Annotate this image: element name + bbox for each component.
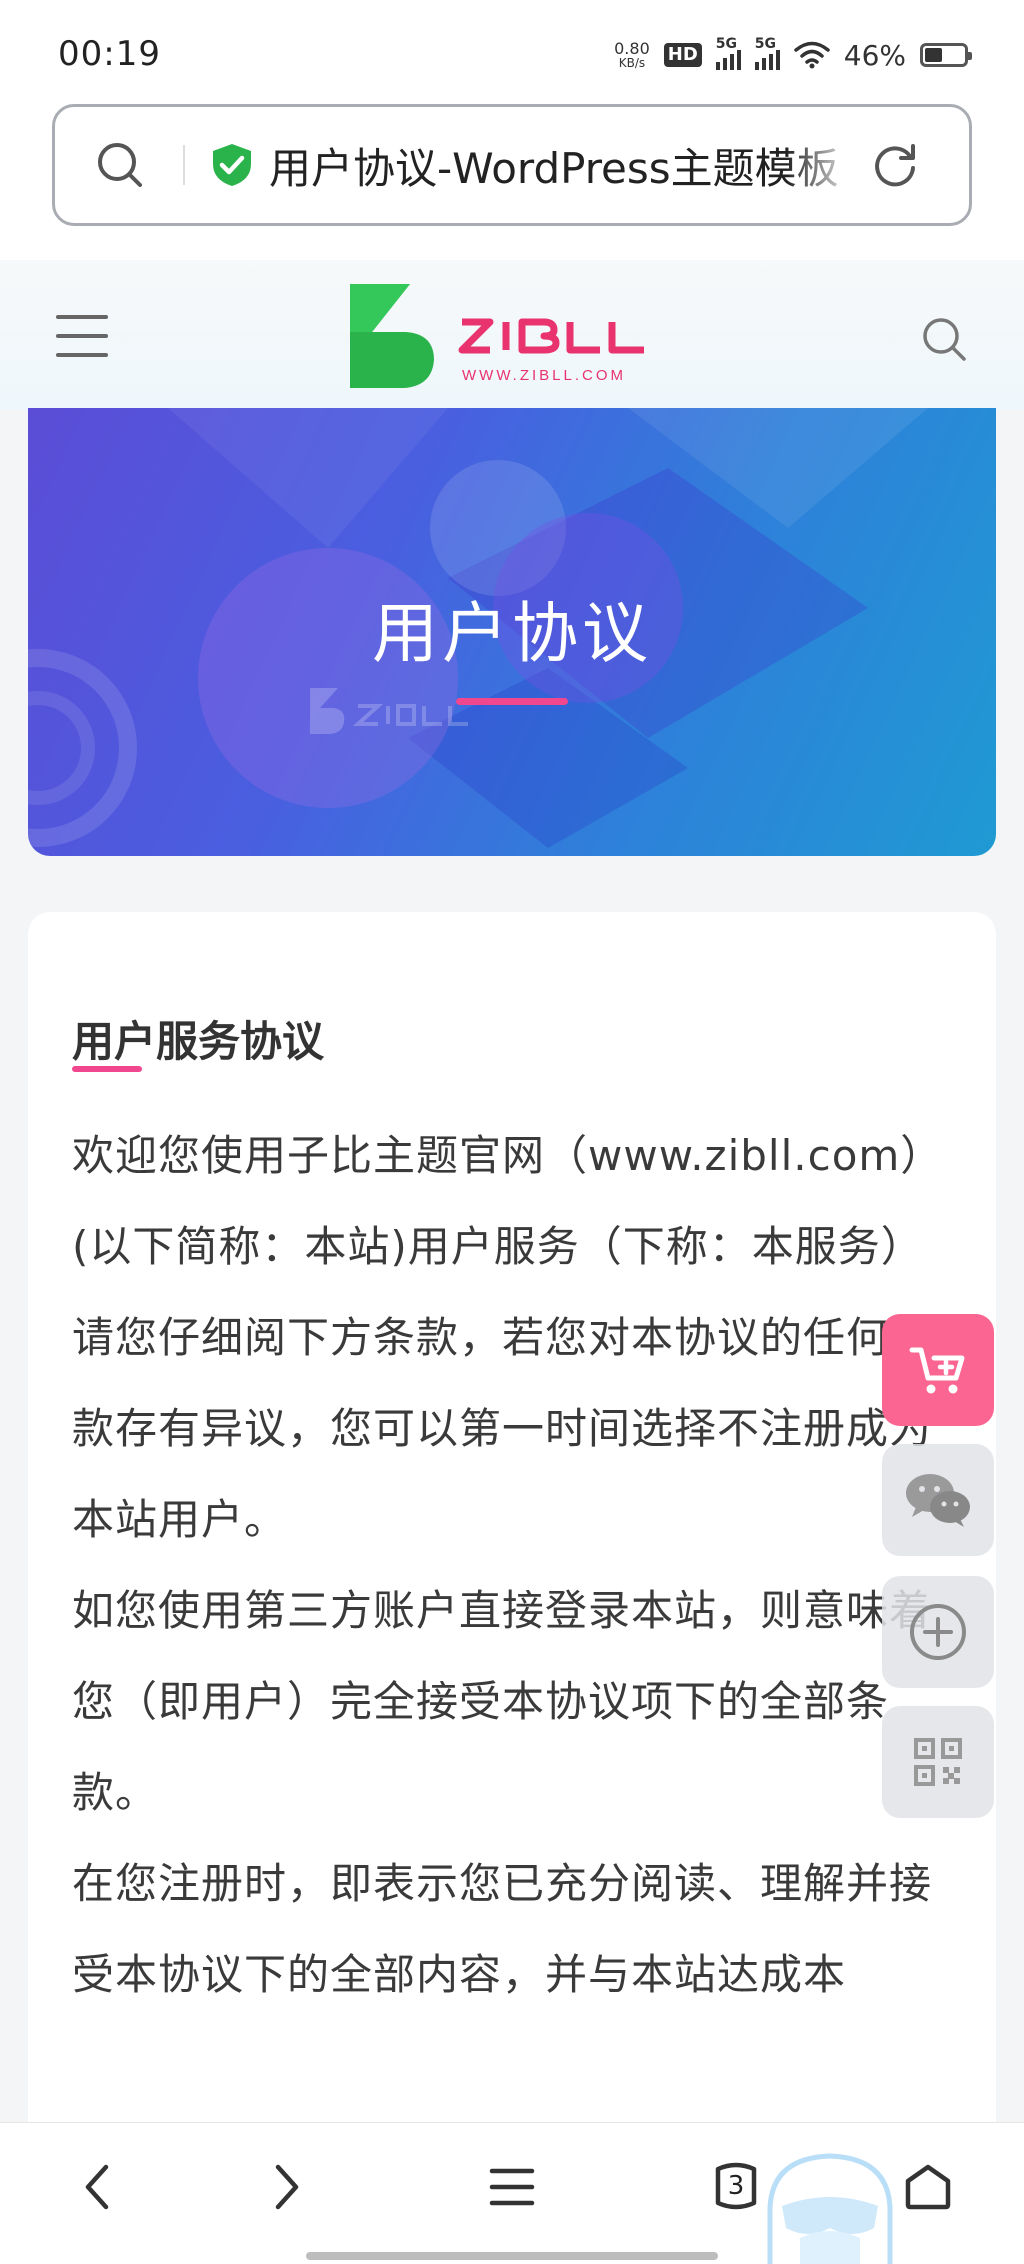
wifi-icon: [794, 41, 830, 69]
plus-circle-icon: [910, 1604, 966, 1660]
battery-fill: [925, 48, 943, 62]
battery-icon: [920, 43, 972, 67]
search-icon[interactable]: [95, 140, 175, 190]
hd-badge: HD: [663, 43, 702, 67]
signal-icon-sim2: 5G: [754, 36, 780, 70]
address-bar[interactable]: 用户协议-WordPress主题模板: [52, 104, 972, 226]
banner-title-underline: [456, 698, 568, 705]
address-divider: [183, 145, 185, 185]
section-title-underline: [72, 1066, 142, 1072]
home-icon[interactable]: [892, 2151, 964, 2223]
qrcode-icon: [914, 1738, 962, 1786]
search-icon[interactable]: [920, 315, 968, 363]
status-indicators: 0.80 KB/s HD 5G 5G 46%: [614, 34, 972, 76]
content-card: 用户服务协议 欢迎您使用子比主题官网（www.zibll.com）(以下简称：本…: [28, 912, 996, 2264]
agreement-paragraph: 如您使用第三方账户直接登录本站，则意味着您（即用户）完全接受本协议项下的全部条款…: [72, 1586, 933, 1817]
site-logo[interactable]: WWW.ZIBLL.COM: [344, 282, 684, 392]
mascot-figure: [767, 2153, 893, 2264]
signal-icon-sim1: 5G: [715, 36, 741, 70]
home-indicator[interactable]: [306, 2252, 718, 2260]
page-title-url[interactable]: 用户协议-WordPress主题模板: [269, 135, 857, 196]
reload-icon[interactable]: [871, 140, 931, 190]
status-bar: 00:19 0.80 KB/s HD 5G 5G 46%: [0, 0, 1024, 100]
sim2-label: 5G: [754, 36, 776, 52]
add-button[interactable]: [882, 1576, 994, 1688]
wechat-icon: [906, 1474, 970, 1527]
agreement-paragraph: 请您仔细阅下方条款，若您对本协议的任何条款存有异议，您可以第一时间选择不注册成为…: [72, 1313, 933, 1544]
hamburger-icon[interactable]: [56, 315, 108, 357]
browser-toolbar: 用户协议-WordPress主题模板: [0, 100, 1024, 260]
network-speed: 0.80 KB/s: [614, 39, 650, 70]
section-title: 用户服务协议: [72, 1017, 325, 1066]
agreement-paragraph: 在您注册时，即表示您已充分阅读、理解并接受本协议下的全部内容，并与本站达成本: [72, 1859, 933, 1999]
cart-plus-icon: [909, 1347, 965, 1394]
wechat-button[interactable]: [882, 1444, 994, 1556]
battery-percent: 46%: [843, 38, 906, 72]
agreement-paragraph: 欢迎您使用子比主题官网（www.zibll.com）(以下简称：本站)用户服务（…: [72, 1131, 944, 1271]
shield-check-icon: [213, 144, 251, 186]
chevron-right-icon[interactable]: [250, 2151, 322, 2223]
page-banner: 用户协议: [28, 408, 996, 856]
chevron-left-icon[interactable]: [62, 2151, 134, 2223]
cart-button[interactable]: [882, 1314, 994, 1426]
site-header: WWW.ZIBLL.COM: [0, 260, 1024, 410]
browser-page: 00:19 0.80 KB/s HD 5G 5G 46% 用户协议-WordPr…: [0, 0, 1024, 2264]
qrcode-button[interactable]: [882, 1706, 994, 1818]
network-speed-value: 0.80: [614, 39, 650, 58]
sim1-label: 5G: [715, 36, 737, 52]
agreement-text: 欢迎您使用子比主题官网（www.zibll.com）(以下简称：本站)用户服务（…: [72, 1110, 972, 2020]
status-time: 00:19: [58, 34, 161, 74]
network-speed-unit: KB/s: [618, 56, 646, 70]
banner-title: 用户协议: [372, 595, 652, 672]
logo-url-text: WWW.ZIBLL.COM: [462, 367, 626, 384]
menu-icon[interactable]: [476, 2151, 548, 2223]
